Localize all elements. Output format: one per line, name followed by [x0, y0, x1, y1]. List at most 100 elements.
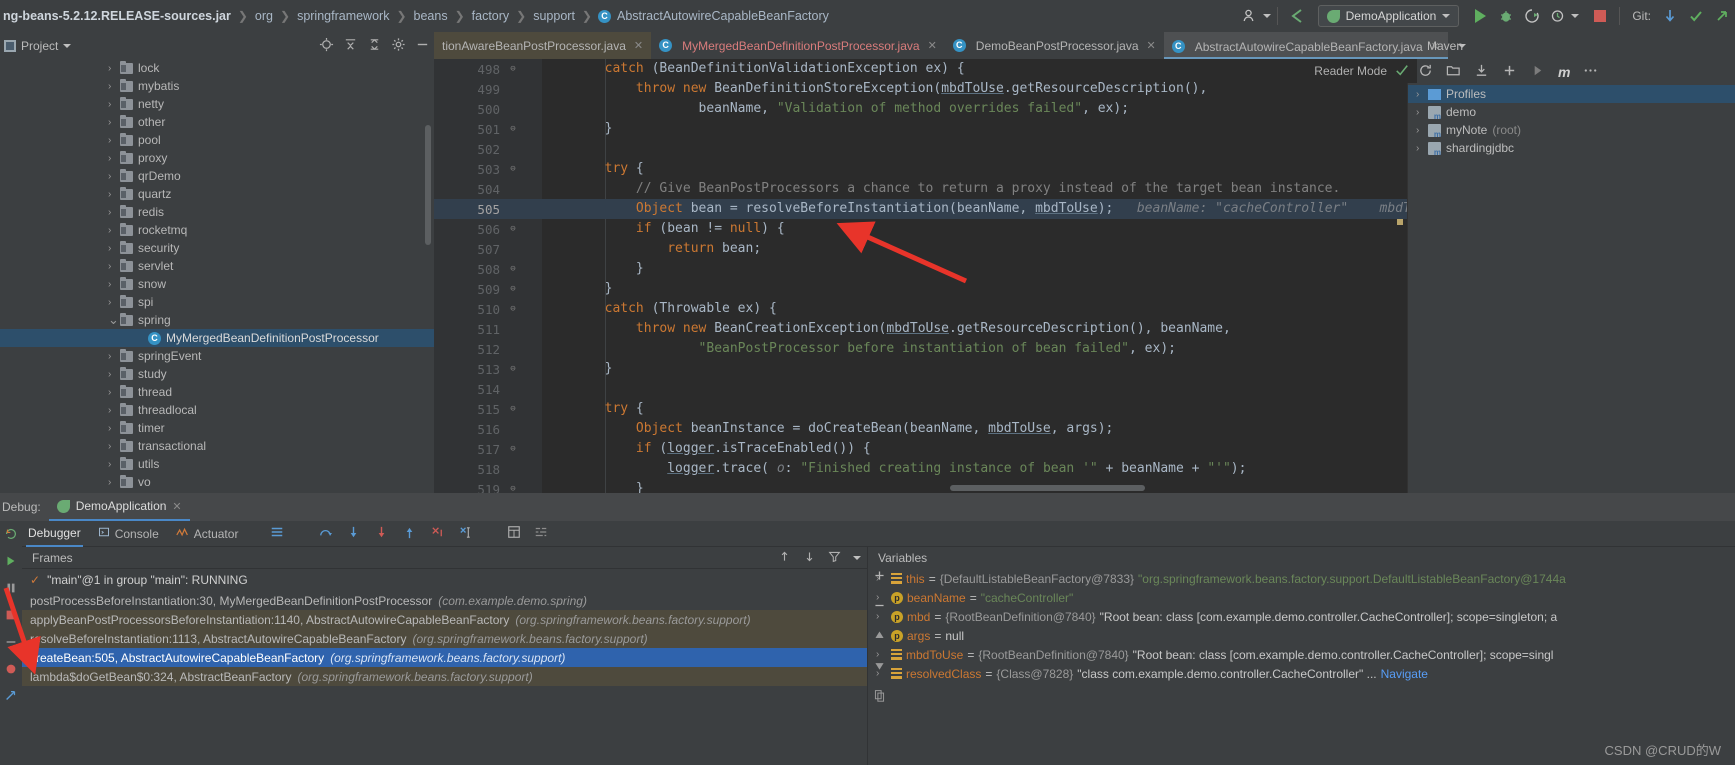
debug-tool-window[interactable]: Debug: DemoApplication ✕ Debugger Consol…	[0, 493, 1735, 765]
add-watch-icon[interactable]	[873, 569, 886, 585]
force-step-into-icon[interactable]	[374, 525, 389, 543]
chevron-down-icon[interactable]	[853, 556, 861, 560]
chevron-right-icon[interactable]: ›	[1416, 143, 1428, 154]
git-push-icon[interactable]	[1709, 3, 1735, 29]
tree-item-folder[interactable]: ⌄ spring	[0, 311, 434, 329]
frame-row[interactable]: createBean:505, AbstractAutowireCapableB…	[22, 648, 867, 667]
tree-item-folder[interactable]: › pool	[0, 131, 434, 149]
code-fold-icon[interactable]: ⊖	[508, 404, 518, 414]
variable-row[interactable]: › p beanName = "cacheController"	[868, 588, 1735, 607]
code-fold-icon[interactable]: ⊖	[508, 64, 518, 74]
code-line[interactable]: 501 ⊖ }	[434, 119, 1417, 139]
editor-tab-2[interactable]: C DemoBeanPostProcessor.java ✕	[945, 32, 1164, 59]
collapse-all-icon[interactable]	[343, 37, 358, 55]
tree-item-folder[interactable]: › security	[0, 239, 434, 257]
navigate-link[interactable]: Navigate	[1381, 667, 1428, 681]
line-number[interactable]: 509	[434, 282, 500, 297]
breadcrumb-jar[interactable]: ng-beans-5.2.12.RELEASE-sources.jar	[2, 9, 232, 23]
frame-row[interactable]: lambda$doGetBean$0:324, AbstractBeanFact…	[22, 667, 867, 686]
stop-button[interactable]	[1587, 3, 1613, 29]
tree-item-folder[interactable]: › other	[0, 113, 434, 131]
code-line[interactable]: 517 ⊖ if (logger.isTraceEnabled()) {	[434, 439, 1417, 459]
editor-tab-0[interactable]: tionAwareBeanPostProcessor.java ✕	[434, 32, 652, 59]
code-fold-icon[interactable]: ⊖	[508, 484, 518, 493]
run-button[interactable]	[1467, 3, 1493, 29]
up-icon[interactable]	[873, 629, 886, 645]
project-panel-title-group[interactable]: Project	[0, 39, 72, 53]
chevron-right-icon[interactable]: ›	[108, 153, 120, 164]
chevron-right-icon[interactable]: ›	[108, 117, 120, 128]
layout-icon[interactable]	[270, 525, 284, 542]
tree-item-folder[interactable]: › rocketmq	[0, 221, 434, 239]
maven-panel-title[interactable]: Maven	[1417, 32, 1463, 59]
variable-row[interactable]: › p mbd = {RootBeanDefinition@7840} "Root bea…	[868, 607, 1735, 626]
line-number[interactable]: 514	[434, 382, 500, 397]
mute-breakpoints-icon[interactable]	[4, 635, 18, 652]
code-fold-icon[interactable]: ⊖	[508, 304, 518, 314]
tree-item-folder[interactable]: › lock	[0, 59, 434, 77]
chevron-right-icon[interactable]: ›	[108, 441, 120, 452]
line-number[interactable]: 498	[434, 62, 500, 77]
line-number[interactable]: 501	[434, 122, 500, 137]
tree-item-folder[interactable]: › quartz	[0, 185, 434, 203]
line-number[interactable]: 508	[434, 262, 500, 277]
chevron-right-icon[interactable]: ›	[108, 81, 120, 92]
editor-tab-1[interactable]: C MyMergedBeanDefinitionPostProcessor.ja…	[651, 32, 945, 59]
tree-item-folder[interactable]: › redis	[0, 203, 434, 221]
chevron-right-icon[interactable]: ›	[1416, 125, 1428, 136]
tree-item-folder[interactable]: › transactional	[0, 437, 434, 455]
chevron-right-icon[interactable]: ›	[1416, 107, 1428, 118]
sort-up-icon[interactable]	[778, 550, 791, 566]
reader-mode-indicator[interactable]: Reader Mode	[1314, 59, 1417, 83]
more-icon[interactable]	[1583, 63, 1598, 81]
git-commit-icon[interactable]	[1683, 3, 1709, 29]
frame-row[interactable]: postProcessBeforeInstantiation:30, MyMer…	[22, 591, 867, 610]
code-line[interactable]: 506 ⊖ if (bean != null) {	[434, 219, 1417, 239]
code-fold-icon[interactable]: ⊖	[508, 444, 518, 454]
run-configuration-selector[interactable]: DemoApplication	[1317, 5, 1460, 27]
maven-tree-item[interactable]: › Profiles	[1408, 85, 1735, 103]
chevron-right-icon[interactable]: ›	[108, 225, 120, 236]
drop-frame-icon[interactable]	[430, 525, 445, 543]
run-with-coverage-button[interactable]	[1519, 3, 1545, 29]
close-icon[interactable]: ✕	[634, 39, 643, 52]
code-line[interactable]: 512 "BeanPostProcessor before instantiat…	[434, 339, 1417, 359]
code-line[interactable]: 508 ⊖ }	[434, 259, 1417, 279]
tree-item-class[interactable]: C MyMergedBeanDefinitionPostProcessor	[0, 329, 434, 347]
code-line[interactable]: 502	[434, 139, 1417, 159]
breadcrumb-item-org[interactable]: org	[254, 9, 274, 23]
tab-debugger[interactable]: Debugger	[26, 521, 83, 547]
code-line[interactable]: 507 return bean;	[434, 239, 1417, 259]
run-to-cursor-icon[interactable]	[458, 525, 473, 543]
code-line[interactable]: 505 Object bean = resolveBeforeInstantia…	[434, 199, 1417, 219]
tree-item-folder[interactable]: › netty	[0, 95, 434, 113]
code-line[interactable]: 514	[434, 379, 1417, 399]
rerun-icon[interactable]	[4, 527, 18, 544]
editor-horizontal-scrollbar[interactable]	[950, 485, 1145, 491]
code-line[interactable]: 513 ⊖ }	[434, 359, 1417, 379]
chevron-right-icon[interactable]: ›	[108, 387, 120, 398]
code-fold-icon[interactable]: ⊖	[508, 224, 518, 234]
user-icon[interactable]	[1237, 3, 1263, 29]
filter-icon[interactable]	[828, 550, 841, 566]
git-update-icon[interactable]	[1657, 3, 1683, 29]
line-number[interactable]: 503	[434, 162, 500, 177]
chevron-down-icon[interactable]	[1442, 14, 1451, 18]
breadcrumb-item-factory[interactable]: factory	[471, 9, 511, 23]
debug-session-tab[interactable]: DemoApplication ✕	[48, 493, 190, 521]
inspections-ok-icon[interactable]	[1395, 63, 1409, 80]
user-dropdown-caret-icon[interactable]	[1262, 14, 1271, 18]
code-line[interactable]: 498 ⊖ catch (BeanDefinitionValidationExce…	[434, 59, 1417, 79]
chevron-right-icon[interactable]: ›	[108, 351, 120, 362]
settings-gear-icon[interactable]	[391, 37, 406, 55]
resume-icon[interactable]	[4, 554, 18, 571]
code-line[interactable]: 499 throw new BeanDefinitionStoreExcepti…	[434, 79, 1417, 99]
remove-watch-icon[interactable]	[873, 599, 886, 615]
chevron-right-icon[interactable]: ›	[108, 279, 120, 290]
tree-item-folder[interactable]: › study	[0, 365, 434, 383]
code-line[interactable]: 500 beanName, "Validation of method over…	[434, 99, 1417, 119]
tree-item-folder[interactable]: › qrDemo	[0, 167, 434, 185]
tree-item-folder[interactable]: › spi	[0, 293, 434, 311]
chevron-down-icon[interactable]	[63, 43, 72, 48]
code-line[interactable]: 516 Object beanInstance = doCreateBean(b…	[434, 419, 1417, 439]
